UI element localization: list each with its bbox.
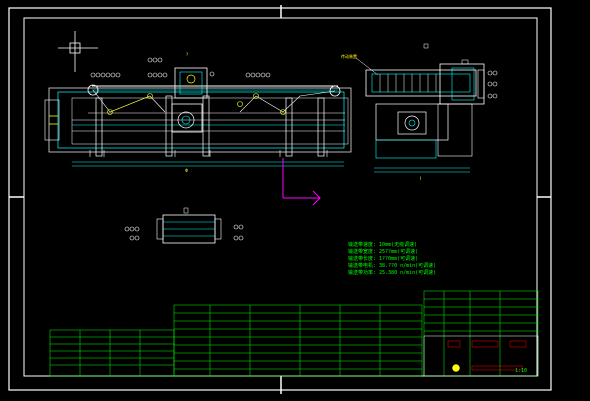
notes-line-5: 输送带功率: 25.380 n/min(可调速) — [348, 269, 436, 276]
parts-list-left — [49, 329, 175, 377]
machine-top-view[interactable]: ? Φ — [44, 52, 352, 173]
side-view-title: 传动装置 — [341, 53, 357, 59]
sheet-frame — [8, 5, 552, 394]
leader-left-dims: Φ — [185, 168, 188, 173]
ucs-icon — [282, 158, 321, 206]
title-block[interactable] — [423, 290, 539, 377]
notes-line-2: 输送带宽度: 25??mm(可调速) — [348, 248, 418, 255]
notes-line-3: 输送带长度: 1??0mm(可调速) — [348, 255, 418, 262]
balloon-row-top — [90, 57, 271, 78]
detail-view[interactable] — [124, 207, 244, 244]
technical-notes: 输送带速度: 10mm(无级调速) 输送带宽度: 25??mm(可调速) 输送带… — [348, 241, 436, 276]
notes-line-1: 输送带速度: 10mm(无级调速) — [348, 241, 417, 248]
crosshair-cursor[interactable] — [58, 31, 98, 72]
title-block-scale: 1:10 — [515, 368, 527, 374]
detail-label: Ⅰ — [420, 176, 421, 181]
parts-list-right — [173, 304, 423, 377]
leader-top-left: ? — [186, 52, 188, 57]
cad-drawing-canvas[interactable]: ? Φ 传动装置 Ⅰ 输送带速度: 10mm(无级调速) 输送带宽度: 25??… — [0, 0, 590, 401]
notes-line-4: 输送带电机: 38.??0 n/min(可调速) — [348, 262, 436, 269]
machine-side-view[interactable]: 传动装置 Ⅰ — [341, 43, 498, 181]
